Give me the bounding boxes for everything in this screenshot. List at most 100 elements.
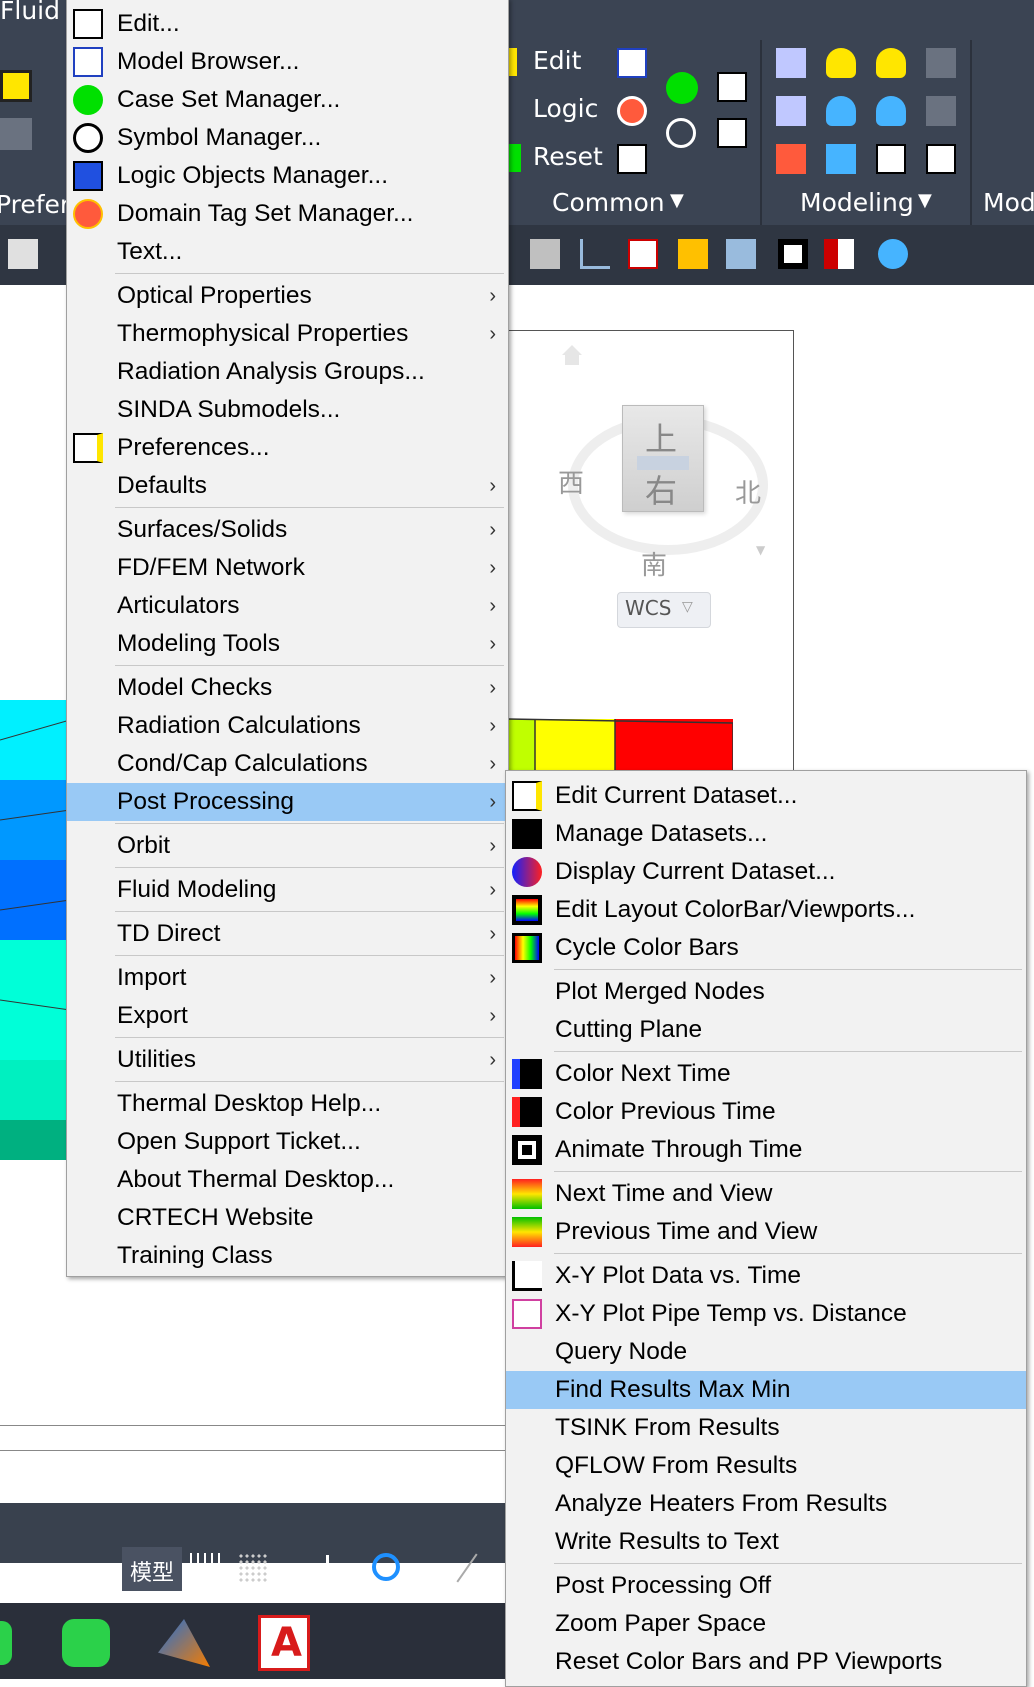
main-menu-case-set-manager[interactable]: Case Set Manager... [67, 81, 508, 119]
orient-icon[interactable] [726, 239, 756, 269]
app-icon-partial[interactable] [0, 1621, 12, 1665]
node-tool-icon[interactable] [0, 118, 32, 150]
main-menu-thermophysical-properties[interactable]: Thermophysical Properties › [67, 315, 508, 353]
xy-chart-icon[interactable] [717, 72, 747, 102]
box-icon[interactable] [926, 48, 956, 78]
sub-menu-find-results-max-min[interactable]: Find Results Max Min [506, 1371, 1026, 1409]
main-menu-defaults[interactable]: Defaults › [67, 467, 508, 505]
sub-menu-plot-merged-nodes[interactable]: Plot Merged Nodes [506, 973, 1026, 1011]
main-menu-cond-cap-calculations[interactable]: Cond/Cap Calculations › [67, 745, 508, 783]
wcs-dropdown[interactable]: WCS ▽ [617, 592, 711, 628]
sub-menu-color-next-time[interactable]: Color Next Time [506, 1055, 1026, 1093]
main-menu-sinda-submodels[interactable]: SINDA Submodels... [67, 391, 508, 429]
chevron-down-icon[interactable]: ▼ [756, 543, 765, 557]
chevron-down-icon[interactable]: ▼ [918, 190, 932, 211]
bulb-icon[interactable] [826, 48, 856, 78]
main-menu-model-checks[interactable]: Model Checks › [67, 669, 508, 707]
matlab-icon[interactable] [158, 1619, 210, 1667]
sub-menu-edit-current-dataset[interactable]: Edit Current Dataset... [506, 777, 1026, 815]
main-menu-orbit[interactable]: Orbit › [67, 827, 508, 865]
sub-menu-edit-layout-colorbar-viewports[interactable]: Edit Layout ColorBar/Viewports... [506, 891, 1026, 929]
node-link-icon[interactable] [776, 48, 806, 78]
main-menu-crtech-website[interactable]: CRTECH Website [67, 1199, 508, 1237]
sub-menu-qflow-from-results[interactable]: QFLOW From Results [506, 1447, 1026, 1485]
sub-menu-zoom-paper-space[interactable]: Zoom Paper Space [506, 1605, 1026, 1643]
main-menu-radiation-calculations[interactable]: Radiation Calculations › [67, 707, 508, 745]
yellow-square-icon[interactable] [0, 70, 32, 102]
main-menu-training-class[interactable]: Training Class [67, 1237, 508, 1275]
sub-menu-analyze-heaters-from-results[interactable]: Analyze Heaters From Results [506, 1485, 1026, 1523]
main-menu-fd-fem-network[interactable]: FD/FEM Network › [67, 549, 508, 587]
ribbon-edit-button[interactable]: Edit [533, 46, 581, 75]
sub-menu-x-y-plot-data-vs-time[interactable]: X-Y Plot Data vs. Time [506, 1257, 1026, 1295]
main-menu-preferences[interactable]: Preferences... [67, 429, 508, 467]
viewcube[interactable]: 上 右 [622, 405, 704, 512]
main-menu-domain-tag-set-manager[interactable]: Domain Tag Set Manager... [67, 195, 508, 233]
filter-icon[interactable] [926, 144, 956, 174]
main-menu-import[interactable]: Import › [67, 959, 508, 997]
domain-tag-icon[interactable] [617, 96, 647, 126]
numbering-icon[interactable] [776, 144, 806, 174]
model-browser-icon[interactable] [617, 48, 647, 78]
main-menu-model-browser[interactable]: Model Browser... [67, 43, 508, 81]
model-mesh-right[interactable] [505, 715, 733, 771]
main-menu-edit[interactable]: Edit... [67, 5, 508, 43]
display-toggle-icon[interactable] [778, 239, 808, 269]
main-menu-logic-objects-manager[interactable]: Logic Objects Manager... [67, 157, 508, 195]
cut-plane-icon[interactable] [628, 239, 658, 269]
main-menu-symbol-manager[interactable]: Symbol Manager... [67, 119, 508, 157]
sub-menu-query-node[interactable]: Query Node [506, 1333, 1026, 1371]
reset-view-icon[interactable] [617, 144, 647, 174]
sub-menu-cutting-plane[interactable]: Cutting Plane [506, 1011, 1026, 1049]
contour-icon[interactable] [824, 239, 854, 269]
main-menu-optical-properties[interactable]: Optical Properties › [67, 277, 508, 315]
grid-icon[interactable] [190, 1553, 220, 1583]
model-mesh-left[interactable] [0, 700, 70, 1160]
main-menu-articulators[interactable]: Articulators › [67, 587, 508, 625]
main-menu-radiation-analysis-groups[interactable]: Radiation Analysis Groups... [67, 353, 508, 391]
viewcube-front-face[interactable]: 右 [645, 466, 677, 512]
ribbon-tab-fluid[interactable]: Fluid [0, 0, 60, 25]
main-menu-export[interactable]: Export › [67, 997, 508, 1035]
bulb-multi-icon[interactable] [876, 48, 906, 78]
ortho-icon[interactable] [326, 1555, 352, 1581]
sub-menu-tsink-from-results[interactable]: TSINK From Results [506, 1409, 1026, 1447]
globe-icon[interactable] [826, 144, 856, 174]
sub-menu-previous-time-and-view[interactable]: Previous Time and View [506, 1213, 1026, 1251]
main-menu-about-thermal-desktop[interactable]: About Thermal Desktop... [67, 1161, 508, 1199]
main-menu-fluid-modeling[interactable]: Fluid Modeling › [67, 871, 508, 909]
green-app-icon[interactable] [62, 1619, 110, 1667]
sub-menu-post-processing-off[interactable]: Post Processing Off [506, 1567, 1026, 1605]
sub-menu-manage-datasets[interactable]: Manage Datasets... [506, 815, 1026, 853]
node-link-2-icon[interactable] [776, 96, 806, 126]
plane-icon[interactable] [876, 144, 906, 174]
measure-icon[interactable] [678, 239, 708, 269]
chevron-down-icon[interactable]: ▼ [420, 1559, 432, 1578]
panel-mod-label[interactable]: Mod [983, 188, 1034, 217]
main-menu-utilities[interactable]: Utilities › [67, 1041, 508, 1079]
sub-menu-animate-through-time[interactable]: Animate Through Time [506, 1131, 1026, 1169]
sub-menu-display-current-dataset[interactable]: Display Current Dataset... [506, 853, 1026, 891]
main-menu-surfaces-solids[interactable]: Surfaces/Solids › [67, 511, 508, 549]
chevron-down-icon[interactable]: ▼ [287, 1559, 299, 1578]
viewcube-top-face[interactable]: 上 [645, 414, 677, 460]
box-2-icon[interactable] [926, 96, 956, 126]
visual-style-icon[interactable] [8, 239, 38, 269]
main-menu-text[interactable]: Text... [67, 233, 508, 271]
panel-common-label[interactable]: Common [552, 188, 665, 217]
axis-icon[interactable] [580, 239, 610, 269]
viewcube-west[interactable]: 西 [558, 463, 584, 500]
main-menu-thermal-desktop-help[interactable]: Thermal Desktop Help... [67, 1085, 508, 1123]
main-menu-open-support-ticket[interactable]: Open Support Ticket... [67, 1123, 508, 1161]
main-menu-post-processing[interactable]: Post Processing › [67, 783, 508, 821]
query-icon[interactable] [530, 239, 560, 269]
cpi-icon[interactable] [717, 118, 747, 148]
ribbon-reset-button[interactable]: Reset [533, 142, 603, 171]
polar-icon[interactable] [372, 1553, 400, 1581]
main-menu-td-direct[interactable]: TD Direct › [67, 915, 508, 953]
main-menu-modeling-tools[interactable]: Modeling Tools › [67, 625, 508, 663]
viewcube-north[interactable]: 北 [735, 473, 761, 510]
viewcube-south[interactable]: 南 [641, 545, 667, 582]
snap-icon[interactable] [238, 1553, 268, 1583]
ribbon-logic-button[interactable]: Logic [533, 94, 598, 123]
